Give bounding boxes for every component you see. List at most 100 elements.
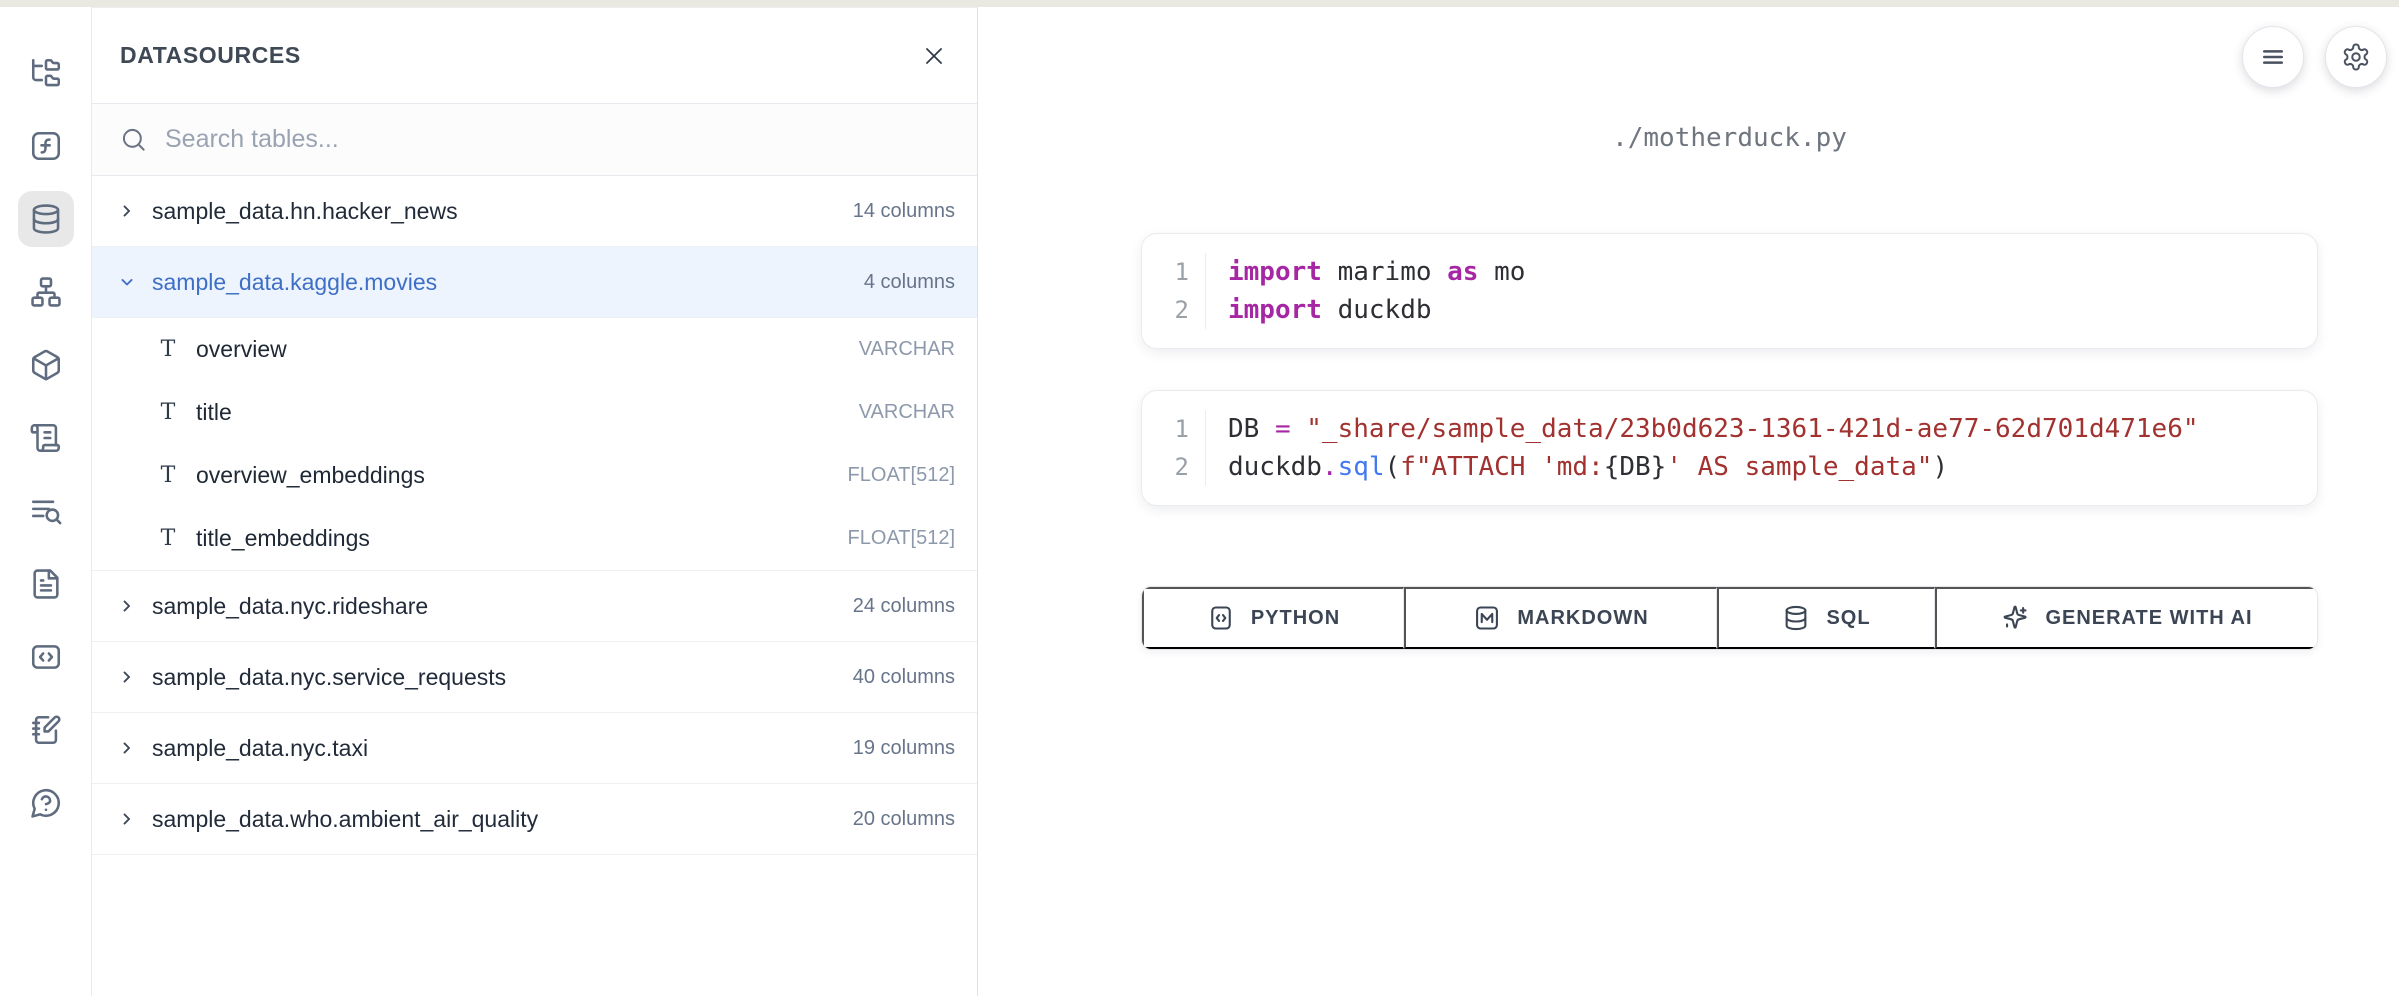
table-row[interactable]: sample_data.hn.hacker_news 14 columns	[92, 176, 977, 247]
table-name: sample_data.who.ambient_air_quality	[152, 806, 538, 833]
python-cell-icon	[1207, 604, 1235, 632]
sidebar-item-packages[interactable]	[18, 337, 74, 393]
column-name: overview	[196, 336, 287, 363]
line-number: 2	[1142, 291, 1189, 329]
table-row[interactable]: sample_data.nyc.rideshare 24 columns	[92, 571, 977, 642]
table-name: sample_data.nyc.taxi	[152, 735, 368, 762]
search-icon	[120, 126, 147, 153]
table-row[interactable]: sample_data.who.ambient_air_quality 20 co…	[92, 784, 977, 855]
table-column-count: 40 columns	[853, 666, 955, 689]
line-number: 2	[1142, 448, 1189, 486]
code-line: duckdb.sql(f"ATTACH 'md:{DB}' AS sample_…	[1228, 448, 2317, 486]
sidebar-item-datasources[interactable]	[18, 191, 74, 247]
table-row[interactable]: sample_data.nyc.taxi 19 columns	[92, 713, 977, 784]
add-cell-button-label: MARKDOWN	[1517, 607, 1648, 630]
function-square-icon	[29, 129, 63, 163]
window-top-edge	[0, 0, 2399, 7]
search-input[interactable]	[165, 125, 949, 154]
chevron-right-icon	[116, 596, 138, 616]
table-columns-group: Toverview VARCHAR Ttitle VARCHAR Toverview_e…	[92, 318, 977, 571]
code-cell: 12 DB = "_share/sample_data/23b0d623-1361…	[1141, 390, 2318, 506]
table-column-count: 14 columns	[853, 200, 955, 223]
chevron-right-icon	[116, 667, 138, 687]
table-column-count: 19 columns	[853, 737, 955, 760]
notebook-filename[interactable]: ./motherduck.py	[1141, 123, 2318, 153]
add-cell-python-button[interactable]: PYTHON	[1142, 587, 1404, 649]
sidebar-item-outline[interactable]	[18, 483, 74, 539]
package-icon	[29, 348, 63, 382]
add-cell-button-label: SQL	[1826, 607, 1870, 630]
document-icon	[29, 567, 63, 601]
code-editor[interactable]: DB = "_share/sample_data/23b0d623-1361-4…	[1206, 410, 2317, 486]
table-row[interactable]: sample_data.nyc.service_requests 40 colum…	[92, 642, 977, 713]
chevron-down-icon	[116, 272, 138, 292]
database-icon	[29, 202, 63, 236]
sidebar-item-help[interactable]	[18, 775, 74, 831]
table-name: sample_data.hn.hacker_news	[152, 198, 458, 225]
text-type-icon: T	[156, 400, 180, 425]
sidebar-item-documentation[interactable]	[18, 556, 74, 612]
add-cell-toolbar: PYTHON MARKDOWN SQL GENERATE WITH AI	[1141, 586, 2318, 650]
add-cell-sql-button[interactable]: SQL	[1717, 587, 1935, 649]
column-row[interactable]: Toverview_embeddings FLOAT[512]	[92, 444, 977, 507]
sidebar-item-logs[interactable]	[18, 410, 74, 466]
column-type: FLOAT[512]	[848, 527, 955, 550]
add-cell-button-label: GENERATE WITH AI	[2045, 607, 2252, 630]
text-type-icon: T	[156, 463, 180, 488]
code-square-icon	[29, 640, 63, 674]
table-name: sample_data.nyc.rideshare	[152, 593, 428, 620]
code-line: import marimo as mo	[1228, 253, 2317, 291]
chevron-right-icon	[116, 809, 138, 829]
text-type-icon: T	[156, 337, 180, 362]
column-row[interactable]: Ttitle_embeddingsFLOAT[512]	[92, 507, 977, 570]
dependency-graph-icon	[29, 275, 63, 309]
notebook-area: ./motherduck.py 12import marimo as moimp…	[978, 7, 2399, 996]
datasources-panel: DATASOURCES sample_data.hn.hacker_news 14…	[92, 7, 978, 996]
settings-button[interactable]	[2325, 26, 2387, 88]
sidebar-item-dependencies[interactable]	[18, 264, 74, 320]
sidebar-item-variables[interactable]	[18, 118, 74, 174]
notebook-pen-icon	[29, 713, 63, 747]
add-cell-button-label: PYTHON	[1251, 607, 1340, 630]
help-bubble-icon	[29, 786, 63, 820]
column-type: VARCHAR	[859, 401, 955, 424]
activity-bar	[0, 7, 92, 996]
table-name: sample_data.nyc.service_requests	[152, 664, 506, 691]
table-name: sample_data.kaggle.movies	[152, 269, 437, 296]
sql-cell-icon	[1782, 604, 1810, 632]
code-editor[interactable]: import marimo as moimport duckdb	[1206, 253, 2317, 329]
column-row[interactable]: Toverview VARCHAR	[92, 318, 977, 381]
column-name: title	[196, 399, 232, 426]
line-number: 1	[1142, 253, 1189, 291]
add-cell-generate-with-ai-button[interactable]: GENERATE WITH AI	[1935, 587, 2317, 649]
scroll-text-icon	[29, 421, 63, 455]
column-row[interactable]: Ttitle VARCHAR	[92, 381, 977, 444]
sparkles-icon	[2001, 604, 2029, 632]
table-column-count: 20 columns	[853, 808, 955, 831]
line-number: 1	[1142, 410, 1189, 448]
add-cell-markdown-button[interactable]: MARKDOWN	[1404, 587, 1717, 649]
column-type: VARCHAR	[859, 338, 955, 361]
panel-title: DATASOURCES	[120, 42, 301, 69]
chevron-right-icon	[116, 201, 138, 221]
sidebar-item-file-explorer[interactable]	[18, 45, 74, 101]
chevron-right-icon	[116, 738, 138, 758]
menu-icon	[2258, 42, 2288, 72]
list-search-icon	[29, 494, 63, 528]
table-row[interactable]: sample_data.kaggle.movies 4 columns	[92, 247, 977, 318]
column-type: FLOAT[512]	[848, 464, 955, 487]
notebook-menu-button[interactable]	[2242, 26, 2304, 88]
table-column-count: 4 columns	[864, 271, 955, 294]
table-column-count: 24 columns	[853, 595, 955, 618]
close-icon[interactable]	[921, 43, 947, 69]
column-name: overview_embeddings	[196, 462, 425, 489]
panel-header: DATASOURCES	[92, 8, 977, 104]
text-type-icon: T	[156, 526, 180, 551]
table-list: sample_data.hn.hacker_news14 columnssamp…	[92, 176, 977, 996]
sidebar-item-scratchpad[interactable]	[18, 702, 74, 758]
table-search-bar	[92, 104, 977, 176]
sidebar-item-snippets[interactable]	[18, 629, 74, 685]
code-cell: 12 import marimo as moimport duckdb	[1141, 233, 2318, 349]
code-line: import duckdb	[1228, 291, 2317, 329]
code-line: DB = "_share/sample_data/23b0d623-1361-4…	[1228, 410, 2317, 448]
